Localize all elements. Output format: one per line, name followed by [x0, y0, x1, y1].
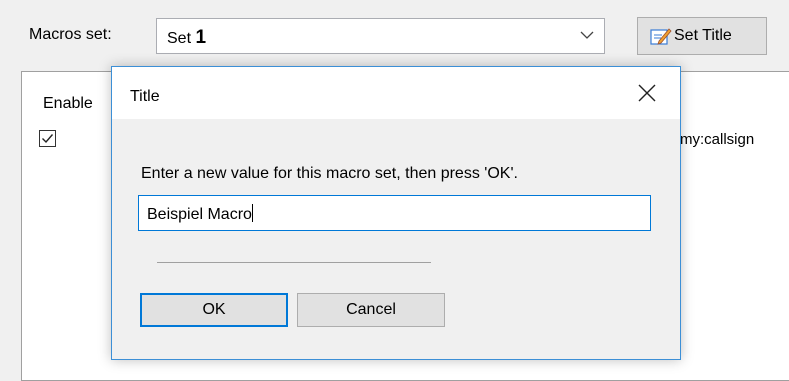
enable-column-header: Enable: [43, 95, 93, 112]
macros-set-prefix: Set: [167, 30, 192, 47]
macro-text-cell: my:callsign: [680, 131, 755, 148]
set-title-button[interactable]: Set Title: [637, 17, 767, 55]
macros-set-number: 1: [195, 27, 207, 48]
macros-toolbar: Macros set: Set 1 Set Title: [0, 0, 789, 68]
ok-button[interactable]: OK: [140, 293, 288, 327]
dialog-title: Title: [130, 88, 160, 105]
text-caret: [251, 204, 253, 222]
close-icon[interactable]: [636, 82, 658, 104]
dialog-titlebar: Title: [112, 67, 680, 119]
set-title-label: Set Title: [674, 27, 732, 44]
dialog-separator: [157, 262, 431, 263]
enable-checkbox[interactable]: [39, 130, 56, 147]
cancel-button[interactable]: Cancel: [297, 293, 445, 327]
dialog-prompt: Enter a new value for this macro set, th…: [141, 165, 518, 182]
macros-set-combobox[interactable]: Set 1: [156, 18, 605, 54]
macros-set-value: Set 1: [167, 27, 206, 49]
chevron-down-icon[interactable]: [580, 28, 594, 42]
macro-set-title-input[interactable]: Beispiel Macro: [138, 195, 651, 231]
edit-pencil-icon: [650, 28, 672, 45]
macros-set-label: Macros set:: [29, 26, 112, 43]
title-dialog: Title Enter a new value for this macro s…: [111, 66, 681, 360]
input-value: Beispiel Macro: [147, 206, 252, 223]
